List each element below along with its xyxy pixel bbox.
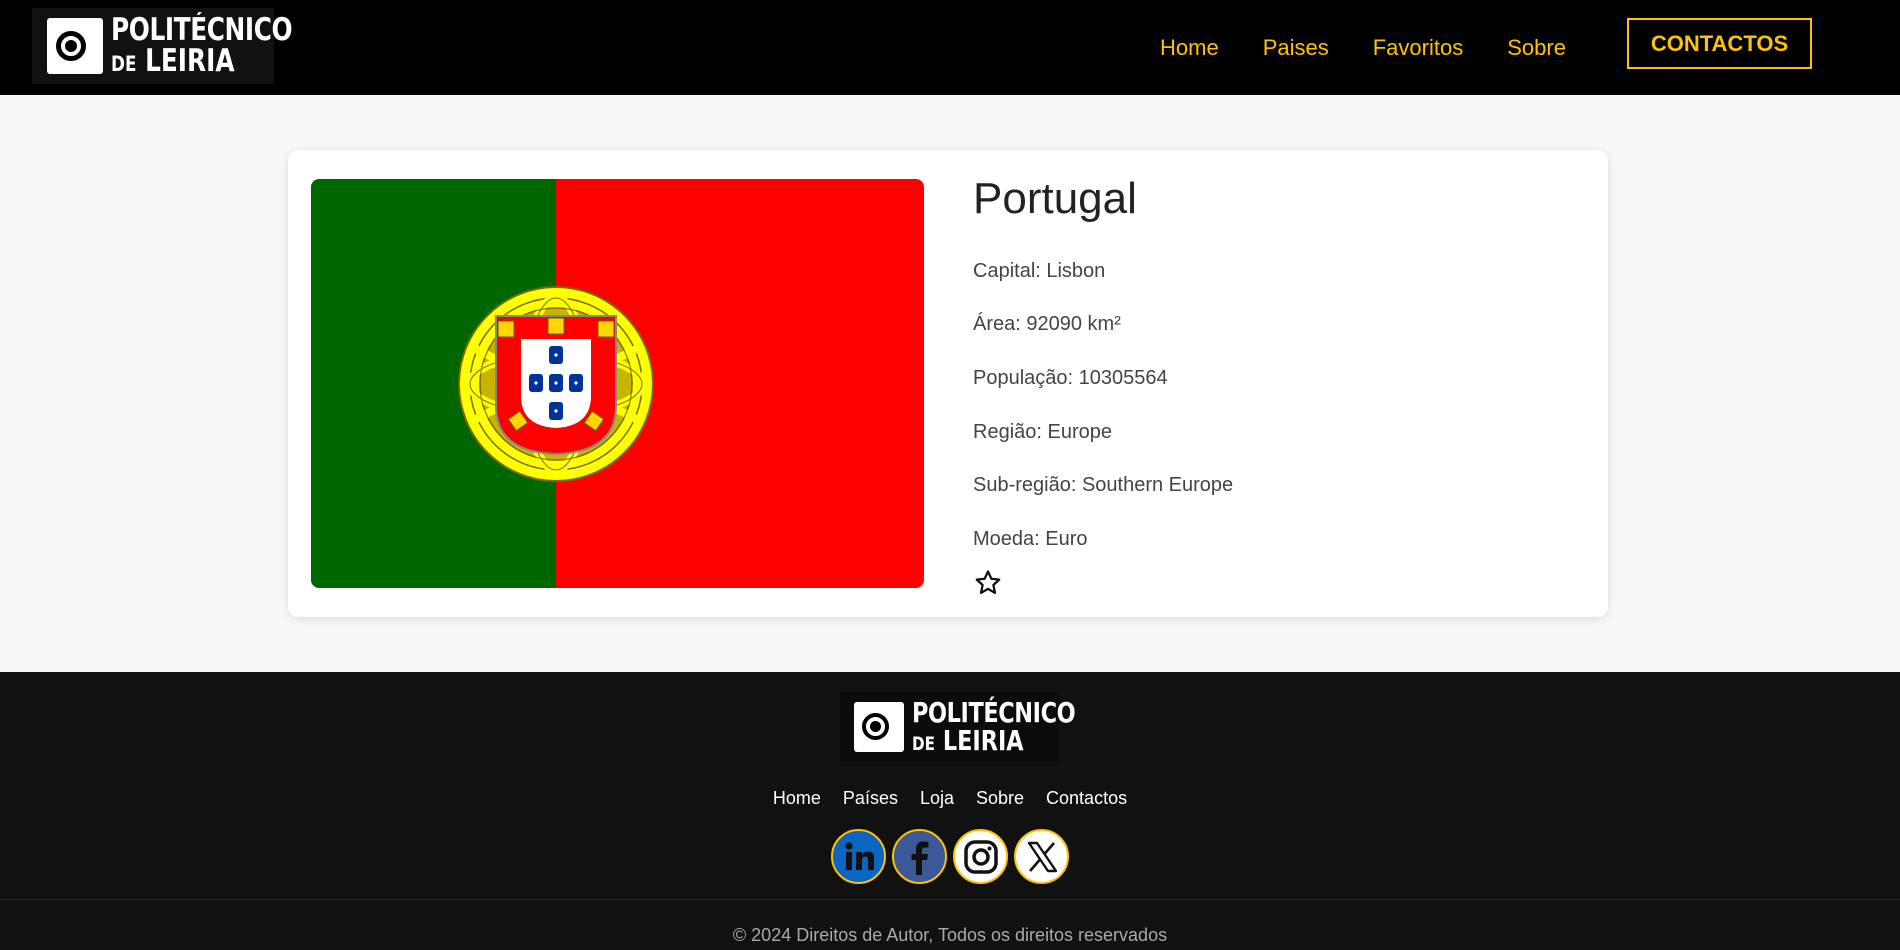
nav-favoritos[interactable]: Favoritos	[1373, 35, 1463, 61]
logo-line-2-text: LEIRIA	[942, 724, 1024, 757]
country-population: População: 10305564	[973, 367, 1168, 389]
main-nav: Home Paises Favoritos Sobre	[1160, 0, 1610, 95]
logo-line-2: DE LEIRIA	[111, 46, 292, 77]
contact-button[interactable]: CONTACTOS	[1627, 18, 1812, 69]
favorite-star-icon[interactable]	[973, 568, 1003, 598]
country-area: Área: 92090 km²	[973, 313, 1121, 335]
footer-nav: Home Países Loja Sobre Contactos	[0, 788, 1900, 809]
logo-prefix: DE	[111, 52, 137, 76]
x-icon[interactable]	[1014, 829, 1069, 884]
copyright-text: © 2024 Direitos de Autor, Todos os direi…	[732, 925, 1168, 945]
footer-link-loja[interactable]: Loja	[920, 788, 954, 809]
country-capital: Capital: Lisbon	[973, 260, 1106, 282]
country-card: Portugal Capital: Lisbon Área: 92090 km²…	[288, 150, 1608, 617]
site-footer: POLITÉCNICO DE LEIRIA Home Países Loja S…	[0, 672, 1900, 950]
country-currency: Moeda: Euro	[973, 528, 1088, 550]
logo-line-1: POLITÉCNICO	[111, 12, 293, 48]
logo-line-2-text: LEIRIA	[145, 43, 235, 79]
social-links	[0, 829, 1900, 884]
logo-mark-icon	[47, 18, 103, 74]
facebook-icon[interactable]	[892, 829, 947, 884]
logo-line-2: DE LEIRIA	[912, 727, 1075, 755]
logo-wordmark: POLITÉCNICO DE LEIRIA	[111, 12, 293, 77]
country-region: Região: Europe	[973, 421, 1112, 443]
nav-home[interactable]: Home	[1160, 35, 1219, 61]
instagram-icon[interactable]	[953, 829, 1008, 884]
logo-wordmark: POLITÉCNICO DE LEIRIA	[912, 696, 1076, 755]
logo-line-1: POLITÉCNICO	[912, 696, 1076, 729]
linkedin-icon[interactable]	[831, 829, 886, 884]
country-info: Portugal Capital: Lisbon Área: 92090 km²…	[973, 172, 1233, 550]
country-name: Portugal	[973, 174, 1137, 223]
country-flag-image	[311, 179, 924, 588]
site-header: POLITÉCNICO DE LEIRIA Home Paises Favori…	[0, 0, 1900, 95]
footer-link-paises[interactable]: Países	[843, 788, 898, 809]
country-subregion: Sub-região: Southern Europe	[973, 474, 1234, 496]
header-logo[interactable]: POLITÉCNICO DE LEIRIA	[32, 8, 293, 84]
footer-divider	[0, 899, 1900, 900]
nav-paises[interactable]: Paises	[1263, 35, 1329, 61]
nav-sobre[interactable]: Sobre	[1507, 35, 1566, 61]
footer-link-sobre[interactable]: Sobre	[976, 788, 1024, 809]
footer-logo[interactable]: POLITÉCNICO DE LEIRIA	[840, 692, 1076, 762]
logo-mark-icon	[854, 702, 904, 752]
footer-link-home[interactable]: Home	[773, 788, 821, 809]
logo-prefix: DE	[912, 733, 936, 755]
footer-link-contactos[interactable]: Contactos	[1046, 788, 1127, 809]
